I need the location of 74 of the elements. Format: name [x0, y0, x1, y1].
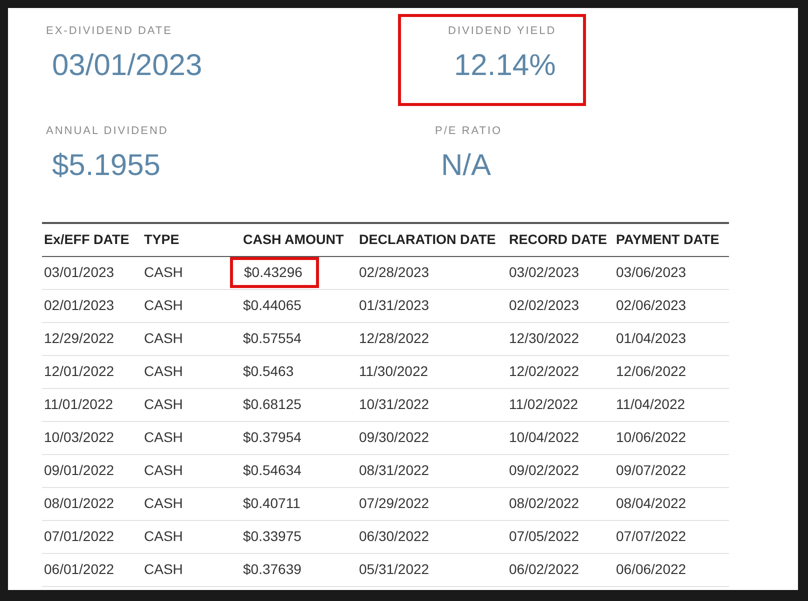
column-header: CASH AMOUNT [241, 223, 357, 256]
table-cell-text: 09/02/2022 [509, 461, 580, 480]
table-cell-text: 02/28/2023 [359, 263, 430, 282]
table-cell-text: 06/02/2022 [509, 560, 580, 579]
table-cell-text: 10/04/2022 [509, 428, 580, 447]
table-cell-text: 03/02/2023 [509, 263, 580, 282]
table-cell-text: 02/01/2023 [44, 296, 114, 315]
table-cell-text: 09/30/2022 [359, 428, 430, 447]
table-cell-text: 06/01/2022 [44, 560, 114, 579]
table-cell-text: 07/05/2022 [509, 527, 580, 546]
table-cell-text: 10/06/2022 [616, 428, 686, 447]
table-cell-text: $0.40711 [243, 494, 300, 513]
table-cell-text: 01/31/2023 [359, 296, 430, 315]
table-cell-text: CASH [144, 395, 183, 414]
table-cell-text: 11/04/2022 [616, 395, 686, 414]
table-cell-text: $0.44065 [243, 296, 302, 315]
table-cell-text: 03/06/2023 [616, 263, 686, 282]
table-cell-text: CASH [144, 560, 183, 579]
table-cell-text: $0.33975 [243, 527, 302, 546]
stat-label: P/E RATIO [434, 124, 502, 139]
table-cell-text: $0.37954 [243, 428, 302, 447]
stat-value: 03/01/2023 [51, 48, 202, 84]
table-cell-text: 08/02/2022 [509, 494, 580, 513]
stat-label: ANNUAL DIVIDEND [45, 124, 168, 139]
stat-label: DIVIDEND YIELD [447, 24, 556, 39]
table-cell-text: 12/02/2022 [509, 362, 580, 381]
table-cell-text: 12/06/2022 [616, 362, 686, 381]
column-header: Ex/EFF DATE [42, 223, 142, 256]
table-cell-text: 11/02/2022 [509, 395, 578, 414]
table-cell-text: CASH [144, 428, 183, 447]
column-header: TYPE [142, 223, 241, 256]
table-cell-text: 02/06/2023 [616, 296, 686, 315]
column-header: DECLARATION DATE [357, 223, 507, 256]
table-cell-text: $0.68125 [243, 395, 302, 414]
table-cell-text: 12/01/2022 [44, 362, 114, 381]
table-cell-text: 09/01/2022 [44, 461, 114, 480]
table-cell-text: 10/31/2022 [359, 395, 430, 414]
table-cell-text: 07/07/2022 [616, 527, 686, 546]
column-header: RECORD DATE [507, 223, 614, 256]
table-cell-text: 07/01/2022 [44, 527, 114, 546]
stat-value: 12.14% [453, 48, 556, 84]
table-cell-text: 05/31/2022 [359, 560, 430, 579]
table-cell-text: 06/06/2022 [616, 560, 686, 579]
table-cell-text: 03/01/2023 [44, 263, 114, 282]
table-cell-text: CASH [144, 461, 183, 480]
stat-value: $5.1955 [51, 148, 160, 184]
table-cell-text: $0.54634 [243, 461, 302, 480]
table-cell-text: 07/29/2022 [359, 494, 430, 513]
table-cell-text: 12/28/2022 [359, 329, 430, 348]
table-cell: $0.43296 [230, 257, 320, 288]
table-cell-text: 06/30/2022 [359, 527, 430, 546]
table-cell-text: 10/03/2022 [44, 428, 114, 447]
table-cell-text: CASH [144, 296, 183, 315]
table-cell-text: 09/07/2022 [616, 461, 686, 480]
table-cell-text: 02/02/2023 [509, 296, 580, 315]
table-cell-text: 08/31/2022 [359, 461, 430, 480]
table-cell-text: 01/04/2023 [616, 329, 686, 348]
table-cell-text: 11/30/2022 [359, 362, 428, 381]
table-cell-text: $0.57554 [243, 329, 302, 348]
table-cell-text: CASH [144, 527, 183, 546]
table-cell-text: CASH [144, 494, 183, 513]
table-cell-text: $0.5463 [243, 362, 294, 381]
stat-label: EX-DIVIDEND DATE [45, 24, 172, 39]
table-cell-text: CASH [144, 329, 183, 348]
table-cell-text: CASH [144, 362, 183, 381]
table-cell-text: 08/04/2022 [616, 494, 686, 513]
table-cell-text: 12/29/2022 [44, 329, 114, 348]
column-header: PAYMENT DATE [614, 223, 729, 256]
table-cell-text: 11/01/2022 [44, 395, 114, 414]
stat-value: N/A [440, 148, 492, 184]
table-cell-text: CASH [144, 263, 183, 282]
table-cell-text: 08/01/2022 [44, 494, 114, 513]
table-cell-text: $0.37639 [243, 560, 302, 579]
table-cell-text: 12/30/2022 [509, 329, 580, 348]
